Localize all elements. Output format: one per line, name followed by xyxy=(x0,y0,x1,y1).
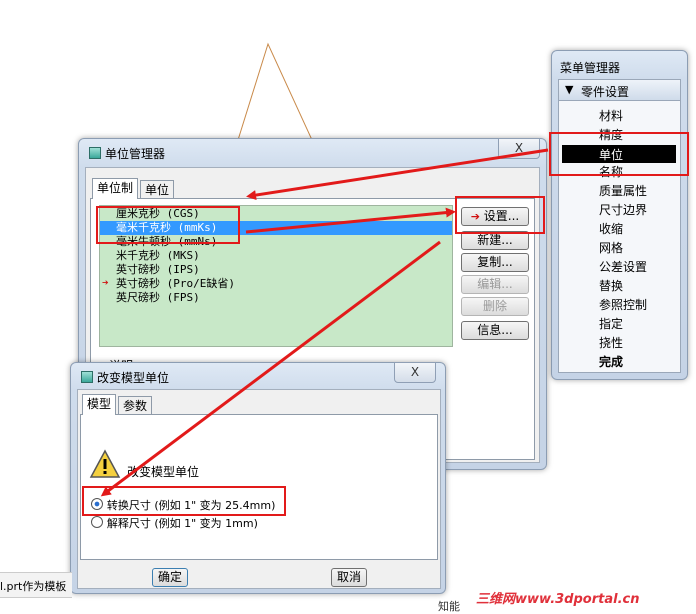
tab-model[interactable]: 模型 xyxy=(82,394,117,415)
list-item-ips-default[interactable]: 英寸磅秒 (Pro/E缺省) xyxy=(116,277,235,291)
radio-interpret[interactable]: 解释尺寸 (例如 1" 变为 1mm) xyxy=(91,515,258,531)
ok-button[interactable]: 确定 xyxy=(152,568,188,587)
window-app-icon xyxy=(89,147,101,159)
change-units-titlebar: 改变模型单位 X xyxy=(71,362,445,391)
part-setup-section[interactable]: ▼ 零件设置 xyxy=(559,80,680,101)
menu-item-dim-bound[interactable]: 尺寸边界 xyxy=(599,202,647,218)
tab-units[interactable]: 单位 xyxy=(140,180,175,199)
menu-item-mesh[interactable]: 网格 xyxy=(599,240,623,256)
menu-item-done[interactable]: 完成 xyxy=(599,354,623,370)
radio-interpret-label: 解释尺寸 (例如 1" 变为 1mm) xyxy=(106,517,258,530)
change-units-window: 改变模型单位 X 模型 参数 改变模型单位 转换尺寸 (例如 1" 变为 25.… xyxy=(70,362,446,594)
change-units-close-button[interactable]: X xyxy=(394,362,436,383)
edit-button[interactable]: 编辑... xyxy=(461,275,529,294)
list-item-fps[interactable]: 英尺磅秒 (FPS) xyxy=(116,291,200,305)
highlight-units-menu xyxy=(549,132,689,176)
menu-manager-window: 菜单管理器 ▼ 零件设置 材料 精度 单位 名称 质量属性 尺寸边界 收缩 网格… xyxy=(551,50,688,380)
menu-manager-panel: ▼ 零件设置 材料 精度 单位 名称 质量属性 尺寸边界 收缩 网格 公差设置 … xyxy=(558,79,681,373)
units-manager-titlebar: 单位管理器 X xyxy=(79,138,546,167)
menu-item-flexibility[interactable]: 挠性 xyxy=(599,335,623,351)
delete-button[interactable]: 删除 xyxy=(461,297,529,316)
change-units-title: 改变模型单位 xyxy=(97,371,170,385)
menu-item-mass-props[interactable]: 质量属性 xyxy=(599,183,647,199)
menu-manager-title: 菜单管理器 xyxy=(560,61,621,75)
menu-item-shrinkage[interactable]: 收缩 xyxy=(599,221,623,237)
window-app-icon xyxy=(81,371,93,383)
highlight-mmks-item xyxy=(96,206,240,244)
file-tip-text: l.prt作为模板 xyxy=(0,580,67,593)
units-manager-title: 单位管理器 xyxy=(105,147,166,161)
bottom-text: 知能 xyxy=(438,600,460,613)
copy-button[interactable]: 复制... xyxy=(461,253,529,272)
menu-item-tolerance[interactable]: 公差设置 xyxy=(599,259,647,275)
cancel-button[interactable]: 取消 xyxy=(331,568,367,587)
menu-item-material[interactable]: 材料 xyxy=(599,108,623,124)
warning-icon xyxy=(89,449,121,478)
change-units-heading: 改变模型单位 xyxy=(127,465,200,479)
part-setup-label: 零件设置 xyxy=(581,85,630,99)
menu-item-replace[interactable]: 替换 xyxy=(599,278,623,294)
units-manager-close-button[interactable]: X xyxy=(498,138,540,159)
list-item-mks[interactable]: 米千克秒 (MKS) xyxy=(116,249,200,263)
current-system-arrow-icon: ➔ xyxy=(102,276,109,289)
triangle-down-icon: ▼ xyxy=(565,83,574,96)
highlight-convert-option xyxy=(82,486,286,516)
menu-item-ref-control[interactable]: 参照控制 xyxy=(599,297,647,313)
info-button[interactable]: 信息... xyxy=(461,321,529,340)
file-tip-bar: l.prt作为模板 xyxy=(0,572,72,598)
radio-unchecked-icon xyxy=(91,516,103,528)
tab-parameters[interactable]: 参数 xyxy=(118,396,153,415)
menu-item-assign[interactable]: 指定 xyxy=(599,316,623,332)
tab-unit-systems[interactable]: 单位制 xyxy=(92,178,139,199)
highlight-set-button xyxy=(455,196,545,234)
watermark: 三维网www.3dportal.cn xyxy=(476,592,640,607)
list-item-ips[interactable]: 英寸磅秒 (IPS) xyxy=(116,263,200,277)
